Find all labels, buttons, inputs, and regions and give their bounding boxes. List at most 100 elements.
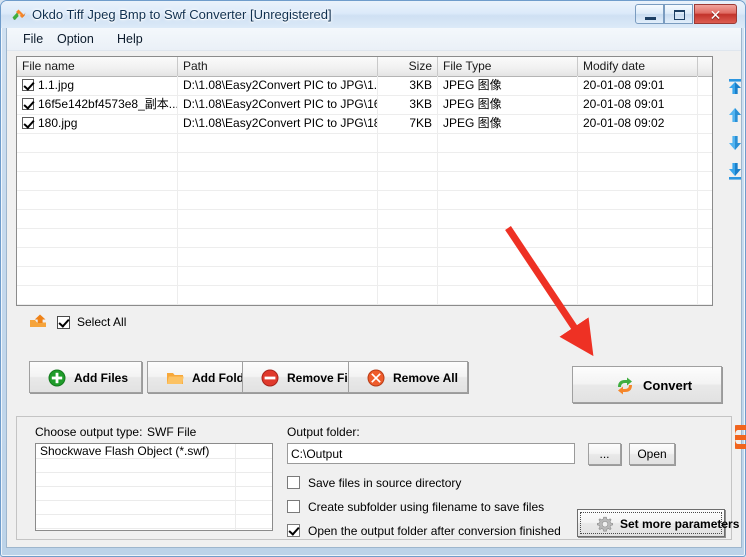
- cell-empty: [578, 228, 698, 247]
- title-bar[interactable]: Okdo Tiff Jpeg Bmp to Swf Converter [Unr…: [1, 1, 745, 28]
- move-down-button[interactable]: [725, 133, 745, 153]
- output-type-option-empty: [36, 528, 236, 530]
- cell-empty: [178, 171, 378, 190]
- move-up-button[interactable]: [725, 105, 745, 125]
- cell-empty: [178, 285, 378, 304]
- output-settings-panel: Choose output type: SWF File Shockwave F…: [16, 416, 739, 540]
- output-type-list[interactable]: Shockwave Flash Object (*.swf): [35, 443, 273, 531]
- add-files-label: Add Files: [74, 371, 129, 385]
- table-row[interactable]: [17, 266, 712, 286]
- cell-empty: [178, 209, 378, 228]
- row-checkbox[interactable]: [22, 79, 34, 91]
- cell-empty: [378, 171, 438, 190]
- cell-empty: [178, 266, 378, 285]
- cell-empty: [17, 209, 178, 228]
- row-checkbox[interactable]: [22, 98, 34, 110]
- cell-size: 7KB: [378, 114, 438, 133]
- cell-empty: [698, 285, 712, 304]
- table-row[interactable]: [17, 190, 712, 210]
- app-logo-icon: [12, 9, 26, 20]
- output-type-option-empty: [36, 514, 236, 528]
- table-row[interactable]: 16f5e142bf4573e8_副本... D:\1.08\Easy2Conve…: [17, 95, 712, 115]
- add-files-button[interactable]: Add Files: [29, 361, 142, 393]
- open-output-checkbox[interactable]: [287, 524, 300, 537]
- move-to-top-button[interactable]: [725, 77, 745, 97]
- convert-icon: [618, 377, 632, 395]
- list-item[interactable]: [36, 458, 272, 473]
- cell-empty: [698, 190, 712, 209]
- cell-empty: [17, 285, 178, 304]
- minimize-button[interactable]: [635, 4, 664, 24]
- column-header-file-name[interactable]: File name: [17, 57, 178, 76]
- output-type-option-empty: [36, 486, 236, 500]
- list-item[interactable]: Shockwave Flash Object (*.swf): [36, 444, 272, 459]
- list-item[interactable]: [36, 500, 272, 515]
- add-files-icon: [48, 369, 66, 387]
- menu-item-option[interactable]: Option: [49, 30, 102, 48]
- remove-all-icon: [367, 369, 385, 387]
- output-type-option: Shockwave Flash Object (*.swf): [36, 444, 236, 458]
- list-item[interactable]: [36, 528, 272, 530]
- cell-empty: [178, 247, 378, 266]
- cell-size: 3KB: [378, 95, 438, 114]
- table-row[interactable]: 180.jpg D:\1.08\Easy2Convert PIC to JPG\1…: [17, 114, 712, 134]
- menu-item-file[interactable]: File: [15, 30, 51, 48]
- menu-item-help[interactable]: Help: [109, 30, 151, 48]
- table-row[interactable]: [17, 152, 712, 172]
- list-item[interactable]: [36, 472, 272, 487]
- close-icon: ✕: [709, 7, 722, 23]
- list-item[interactable]: [36, 514, 272, 529]
- cell-empty: [378, 228, 438, 247]
- cell-empty: [178, 190, 378, 209]
- file-list[interactable]: File name Path Size File Type Modify date 1.…: [16, 56, 713, 306]
- cell-empty: [17, 190, 178, 209]
- table-row[interactable]: [17, 285, 712, 305]
- column-header-modify-date[interactable]: Modify date: [578, 57, 698, 76]
- table-row[interactable]: [17, 133, 712, 153]
- cell-modified: 20-01-08 09:01: [578, 95, 698, 114]
- client-area: File Option Help File name Path Size File T…: [6, 28, 746, 548]
- cell-empty: [378, 190, 438, 209]
- list-item[interactable]: [36, 486, 272, 501]
- cell-empty: [17, 152, 178, 171]
- output-folder-input[interactable]: [287, 443, 575, 464]
- up-one-level-icon[interactable]: [29, 313, 49, 331]
- column-header-size[interactable]: Size: [378, 57, 438, 76]
- file-list-header: File name Path Size File Type Modify date: [17, 57, 712, 77]
- browse-folder-button[interactable]: ...: [588, 443, 621, 465]
- open-output-label: Open the output folder after conversion …: [308, 524, 561, 538]
- output-type-label: Choose output type:: [35, 425, 143, 439]
- cell-empty: [438, 171, 578, 190]
- convert-label: Convert: [643, 378, 693, 393]
- open-folder-button[interactable]: Open: [629, 443, 675, 465]
- create-subfolder-checkbox[interactable]: [287, 500, 300, 513]
- cell-empty: [578, 285, 698, 304]
- set-more-parameters-label: Set more parameters: [620, 517, 740, 531]
- row-checkbox[interactable]: [22, 117, 34, 129]
- cell-empty: [698, 266, 712, 285]
- cell-empty: [578, 209, 698, 228]
- table-row[interactable]: [17, 209, 712, 229]
- cell-empty: [578, 152, 698, 171]
- output-type-option-empty: [36, 472, 236, 486]
- table-row[interactable]: [17, 247, 712, 267]
- maximize-button[interactable]: [664, 4, 693, 24]
- table-row[interactable]: [17, 228, 712, 248]
- cell-path: D:\1.08\Easy2Convert PIC to JPG\180...: [178, 114, 378, 133]
- select-all-checkbox[interactable]: [57, 316, 70, 329]
- convert-button[interactable]: Convert: [572, 366, 722, 403]
- table-row[interactable]: 1.1.jpg D:\1.08\Easy2Convert PIC to JPG\1…: [17, 76, 712, 96]
- column-header-path[interactable]: Path: [178, 57, 378, 76]
- close-button[interactable]: ✕: [694, 4, 737, 24]
- cell-empty: [578, 247, 698, 266]
- move-to-bottom-button[interactable]: [725, 161, 745, 181]
- column-header-file-type[interactable]: File Type: [438, 57, 578, 76]
- column-header-blank[interactable]: [698, 57, 712, 76]
- remove-all-button[interactable]: Remove All: [348, 361, 468, 393]
- save-in-source-checkbox[interactable]: [287, 476, 300, 489]
- cell-empty: [17, 247, 178, 266]
- file-list-body[interactable]: 1.1.jpg D:\1.08\Easy2Convert PIC to JPG\1…: [17, 76, 712, 305]
- set-more-parameters-button[interactable]: Set more parameters: [577, 509, 739, 537]
- table-row[interactable]: [17, 171, 712, 191]
- background-app-icon: [735, 425, 746, 449]
